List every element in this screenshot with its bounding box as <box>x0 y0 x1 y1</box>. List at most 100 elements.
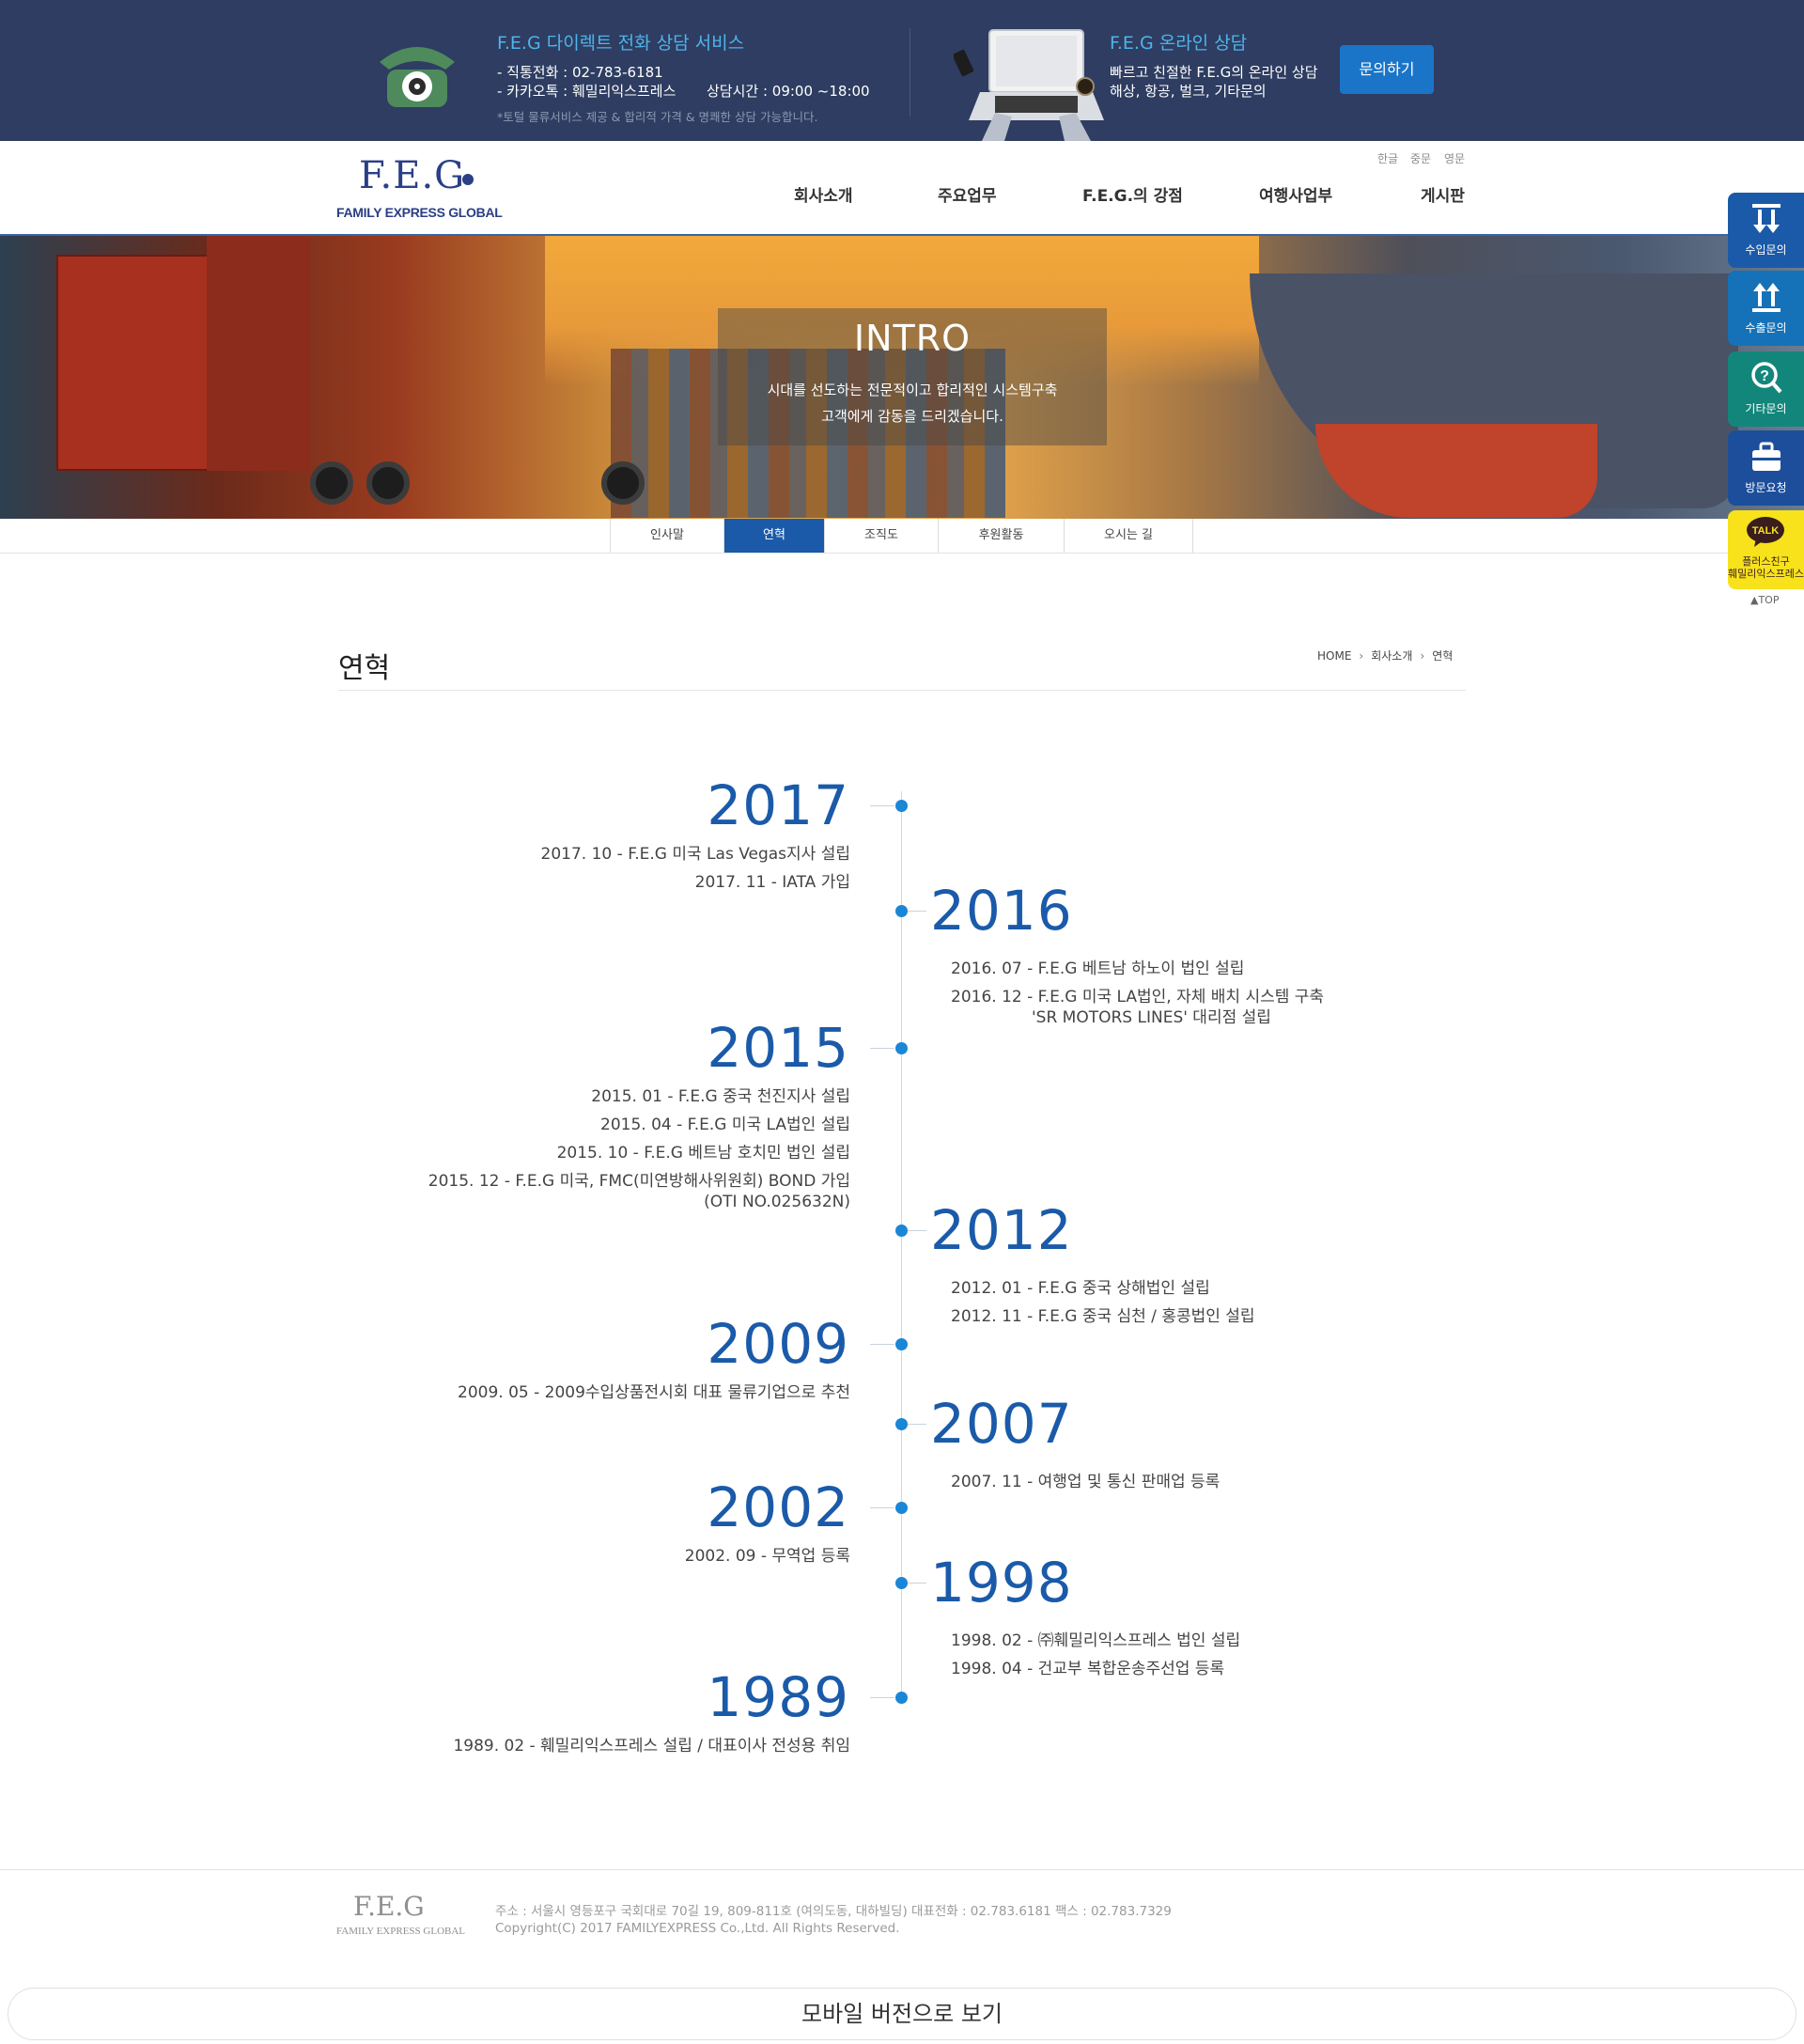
quick-import-inquiry[interactable]: 수입문의 <box>1728 193 1804 268</box>
timeline-dot <box>895 1577 908 1589</box>
breadcrumb-company[interactable]: 회사소개 <box>1371 649 1412 663</box>
event-2015-4: 2015. 12 - F.E.G 미국, FMC(미연방해사위원회) BOND … <box>428 1172 850 1191</box>
hero-caption-box: INTRO 시대를 선도하는 전문적이고 합리적인 시스템구축 고객에게 감동을… <box>718 308 1107 445</box>
hero-subtitle-1: 시대를 선도하는 전문적이고 합리적인 시스템구축 <box>767 382 1058 398</box>
year-1989: 1989 <box>707 1665 849 1729</box>
chevron-right-icon: › <box>1359 649 1364 663</box>
telephone-icon <box>380 47 455 107</box>
kakao-label-2: 훼밀리익스프레스 <box>1728 568 1804 580</box>
event-2007-1: 2007. 11 - 여행업 및 통신 판매업 등록 <box>951 1473 1221 1491</box>
site-header: F.E.G FAMILY EXPRESS GLOBAL 한글 중문 영문 회사소… <box>0 141 1804 236</box>
quick-import-label: 수입문의 <box>1745 243 1787 257</box>
timeline-dot <box>895 1502 908 1514</box>
event-2017-2: 2017. 11 - IATA 가입 <box>694 873 850 892</box>
logo-globe-icon <box>462 174 474 185</box>
nav-travel[interactable]: 여행사업부 <box>1259 182 1332 206</box>
question-search-icon: ? <box>1751 362 1782 394</box>
event-2015-2: 2015. 04 - F.E.G 미국 LA법인 설립 <box>600 1116 850 1134</box>
event-1998-1: 1998. 02 - ㈜훼밀리익스프레스 법인 설립 <box>951 1631 1241 1650</box>
phone-service-note: *토털 물류서비스 제공 & 합리적 가격 & 명쾌한 상담 가능합니다. <box>497 110 818 124</box>
kakao-talk-badge: TALK <box>1752 525 1780 537</box>
subnav-organization[interactable]: 조직도 <box>825 519 939 553</box>
year-1998: 1998 <box>930 1551 1073 1615</box>
timeline-connector <box>870 805 894 806</box>
laptop-icon <box>954 29 1104 141</box>
import-arrows-icon <box>1752 204 1781 233</box>
logo-subtitle: FAMILY EXPRESS GLOBAL <box>336 205 503 220</box>
subnav-sponsorship[interactable]: 후원활동 <box>939 519 1065 553</box>
event-2009-1: 2009. 05 - 2009수입상품전시회 대표 물류기업으로 추천 <box>458 1383 850 1402</box>
inquiry-button[interactable]: 문의하기 <box>1340 45 1434 94</box>
kakao-label-1: 플러스친구 <box>1742 555 1790 568</box>
hero-subtitle-2: 고객에게 감동을 드리겠습니다. <box>821 408 1003 425</box>
quick-visit-request[interactable]: 방문요청 <box>1728 430 1804 506</box>
year-2016: 2016 <box>930 879 1073 943</box>
svg-text:?: ? <box>1760 368 1769 384</box>
year-2015: 2015 <box>707 1016 849 1080</box>
online-consult-title: F.E.G 온라인 상담 <box>1110 33 1248 54</box>
event-2015-1: 2015. 01 - F.E.G 중국 천진지사 설립 <box>591 1087 850 1106</box>
quick-other-label: 기타문의 <box>1745 402 1787 415</box>
timeline-dot <box>895 1338 908 1350</box>
hero-truck-wheel <box>601 461 645 505</box>
timeline-axis <box>901 791 902 1703</box>
timeline-dot <box>895 1418 908 1430</box>
breadcrumb: HOME › 회사소개 › 연혁 <box>1317 648 1453 663</box>
export-arrows-icon <box>1752 283 1781 312</box>
timeline-connector <box>870 1048 894 1049</box>
lang-korean[interactable]: 한글 <box>1377 150 1398 166</box>
nav-strengths[interactable]: F.E.G.의 강점 <box>1082 182 1183 206</box>
timeline-dot <box>895 800 908 812</box>
footer-copyright: Copyright(C) 2017 FAMILYEXPRESS Co.,Ltd.… <box>495 1921 900 1936</box>
subnav-history[interactable]: 연혁 <box>724 519 825 553</box>
timeline-dot <box>895 1042 908 1054</box>
hero-ship-hull <box>1315 424 1597 518</box>
scroll-top-button[interactable]: ▲TOP <box>1750 594 1779 606</box>
kakao-plus-friend[interactable]: TALK 플러스친구 훼밀리익스프레스 <box>1728 510 1804 589</box>
footer-divider <box>0 1869 1804 1870</box>
footer-logo-subtitle: FAMILY EXPRESS GLOBAL <box>336 1926 466 1937</box>
timeline-connector <box>870 1697 894 1698</box>
timeline-dot <box>895 1692 908 1704</box>
timeline-dot <box>895 905 908 917</box>
site-logo[interactable]: F.E.G FAMILY EXPRESS GLOBAL <box>336 154 503 227</box>
event-2017-1: 2017. 10 - F.E.G 미국 Las Vegas지사 설립 <box>540 845 850 864</box>
quick-export-label: 수출문의 <box>1745 321 1787 335</box>
page-title: 연혁 <box>338 652 391 685</box>
nav-company[interactable]: 회사소개 <box>794 182 853 206</box>
quick-export-inquiry[interactable]: 수출문의 <box>1728 271 1804 346</box>
lang-english[interactable]: 영문 <box>1444 150 1465 166</box>
phone-number: - 직통전화 : 02-783-6181 <box>497 64 663 81</box>
phone-service-title: F.E.G 다이렉트 전화 상담 서비스 <box>497 33 745 54</box>
event-2016-2-cont: 'SR MOTORS LINES' 대리점 설립 <box>1032 1008 1271 1027</box>
consult-hours: 상담시간 : 09:00 ~18:00 <box>707 83 870 100</box>
timeline-connector <box>870 1344 894 1345</box>
breadcrumb-home[interactable]: HOME <box>1317 649 1351 663</box>
year-2009: 2009 <box>707 1312 849 1376</box>
top-contact-banner: F.E.G 다이렉트 전화 상담 서비스 - 직통전화 : 02-783-618… <box>0 0 1804 141</box>
footer-logo: F.E.G <box>353 1891 425 1922</box>
subnav-greeting[interactable]: 인사말 <box>610 519 724 553</box>
event-2012-2: 2012. 11 - F.E.G 중국 심천 / 홍콩법인 설립 <box>951 1307 1255 1326</box>
event-2015-3: 2015. 10 - F.E.G 베트남 호치민 법인 설립 <box>556 1144 850 1162</box>
year-2007: 2007 <box>930 1392 1073 1456</box>
online-consult-desc: 빠르고 친절한 F.E.G의 온라인 상담 <box>1110 64 1318 81</box>
nav-services[interactable]: 주요업무 <box>938 182 997 206</box>
hero-banner: INTRO 시대를 선도하는 전문적이고 합리적인 시스템구축 고객에게 감동을… <box>0 236 1804 519</box>
sub-navigation: 인사말 연혁 조직도 후원활동 오시는 길 <box>0 519 1804 554</box>
kakao-talk-icon: TALK <box>1747 517 1784 547</box>
kakao-id: - 카카오톡 : 훼밀리익스프레스 <box>497 83 676 100</box>
quick-other-inquiry[interactable]: ? 기타문의 <box>1728 351 1804 427</box>
hero-truck-wheel <box>366 461 410 505</box>
hero-red-container <box>56 255 216 471</box>
lang-chinese[interactable]: 중문 <box>1410 150 1431 166</box>
timeline-dot <box>895 1225 908 1237</box>
event-2015-4-cont: (OTI NO.025632N) <box>704 1193 850 1211</box>
event-2012-1: 2012. 01 - F.E.G 중국 상해법인 설립 <box>951 1279 1210 1298</box>
nav-board[interactable]: 게시판 <box>1421 182 1465 206</box>
mobile-version-button[interactable]: 모바일 버전으로 보기 <box>8 1988 1796 2040</box>
hero-truck-wheel <box>310 461 353 505</box>
subnav-directions[interactable]: 오시는 길 <box>1065 519 1193 553</box>
event-2016-1: 2016. 07 - F.E.G 베트남 하노이 법인 설립 <box>951 960 1245 978</box>
hero-title: INTRO <box>853 318 972 359</box>
